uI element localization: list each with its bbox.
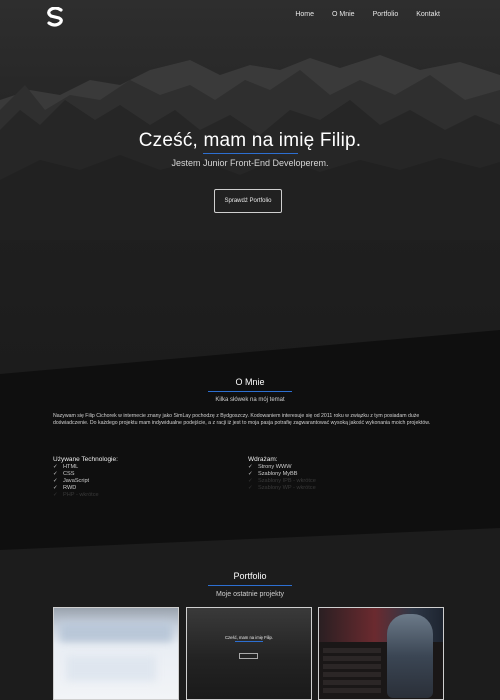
check-icon: ✓ xyxy=(248,478,253,484)
card-preview-header xyxy=(60,622,172,642)
check-icon: ✓ xyxy=(248,464,253,470)
portfolio-card-2[interactable]: Cześć, mam na imię Filip. xyxy=(186,607,312,700)
about-title-underline xyxy=(208,391,292,392)
list-item-label: RWD xyxy=(63,485,77,491)
about-title: O Mnie xyxy=(235,377,265,387)
list-item: ✓ CSS xyxy=(53,471,223,478)
list-item-label: Szablony IPB - wkrótce xyxy=(258,478,316,484)
about-subtitle: Kilka słówek na mój temat xyxy=(215,397,285,403)
implementing-list: Wdrażam: ✓ Strony WWW ✓ Szablony MyBB ✓ Sza… xyxy=(248,456,418,492)
used-technologies-heading: Używane Technologie: xyxy=(53,456,118,463)
hero-title-underline xyxy=(203,153,298,154)
list-item: ✓ JavaScript xyxy=(53,478,223,485)
card-preview-row xyxy=(323,648,381,653)
card-preview-content xyxy=(66,656,156,681)
list-item-label: CSS xyxy=(63,471,75,477)
check-icon: ✓ xyxy=(53,464,58,470)
about-description: Nazywam się Filip Cichorek w internecie … xyxy=(53,413,431,427)
list-item: ✓ Szablony WP - wkrótce xyxy=(248,485,418,492)
logo-icon[interactable] xyxy=(46,7,64,27)
list-item-label: Szablony WP - wkrótce xyxy=(258,485,316,491)
check-icon: ✓ xyxy=(248,471,253,477)
portfolio-subtitle: Moje ostatnie projekty xyxy=(215,591,285,598)
card-preview-character xyxy=(387,614,433,698)
nav-item-home[interactable]: Home xyxy=(295,11,314,18)
implementing-heading: Wdrażam: xyxy=(248,456,278,463)
nav-item-portfolio[interactable]: Portfolio xyxy=(373,11,399,18)
hero-subtitle: Jestem Junior Front-End Developerem. xyxy=(171,158,329,168)
card-preview-button xyxy=(239,653,258,659)
card-preview-row xyxy=(323,688,381,693)
list-item: ✓ Szablony MyBB xyxy=(248,471,418,478)
card-preview-row xyxy=(323,656,381,661)
check-icon: ✓ xyxy=(53,492,58,498)
list-item: ✓ HTML xyxy=(53,464,223,471)
card-preview-row xyxy=(323,664,381,669)
list-item-label: JavaScript xyxy=(63,478,90,484)
top-nav: Home O Mnie Portfolio Kontakt xyxy=(0,0,500,34)
list-item-label: Szablony MyBB xyxy=(258,471,298,477)
check-icon: ✓ xyxy=(53,485,58,491)
list-item: ✓ Strony WWW xyxy=(248,464,418,471)
list-item-label: HTML xyxy=(63,464,79,470)
card-preview-title: Cześć, mam na imię Filip. xyxy=(225,635,273,640)
nav-item-o-mnie[interactable]: O Mnie xyxy=(332,11,355,18)
portfolio-title: Portfolio xyxy=(233,571,267,581)
portfolio-card-3[interactable] xyxy=(318,607,444,700)
nav-item-kontakt[interactable]: Kontakt xyxy=(416,11,440,18)
card-preview-row xyxy=(323,672,381,677)
portfolio-title-underline xyxy=(208,585,292,586)
list-item-label: Strony WWW xyxy=(258,464,292,470)
portfolio-card-1[interactable] xyxy=(53,607,179,700)
check-icon: ✓ xyxy=(248,485,253,491)
nav-menu: Home O Mnie Portfolio Kontakt xyxy=(295,11,440,18)
card-preview-underline xyxy=(235,641,263,642)
list-item: ✓ RWD xyxy=(53,485,223,492)
check-icon: ✓ xyxy=(53,478,58,484)
card-preview-row xyxy=(323,680,381,685)
check-icon: ✓ xyxy=(53,471,58,477)
hero-title: Cześć, mam na imię Filip. xyxy=(138,130,362,151)
used-technologies-list: Używane Technologie: ✓ HTML ✓ CSS ✓ JavaScr… xyxy=(53,456,223,499)
list-item: ✓ Szablony IPB - wkrótce xyxy=(248,478,418,485)
list-item-label: PHP - wkrótce xyxy=(63,492,99,498)
check-portfolio-button[interactable]: Sprawdź Portfolio xyxy=(214,189,282,213)
list-item: ✓ PHP - wkrótce xyxy=(53,492,223,499)
